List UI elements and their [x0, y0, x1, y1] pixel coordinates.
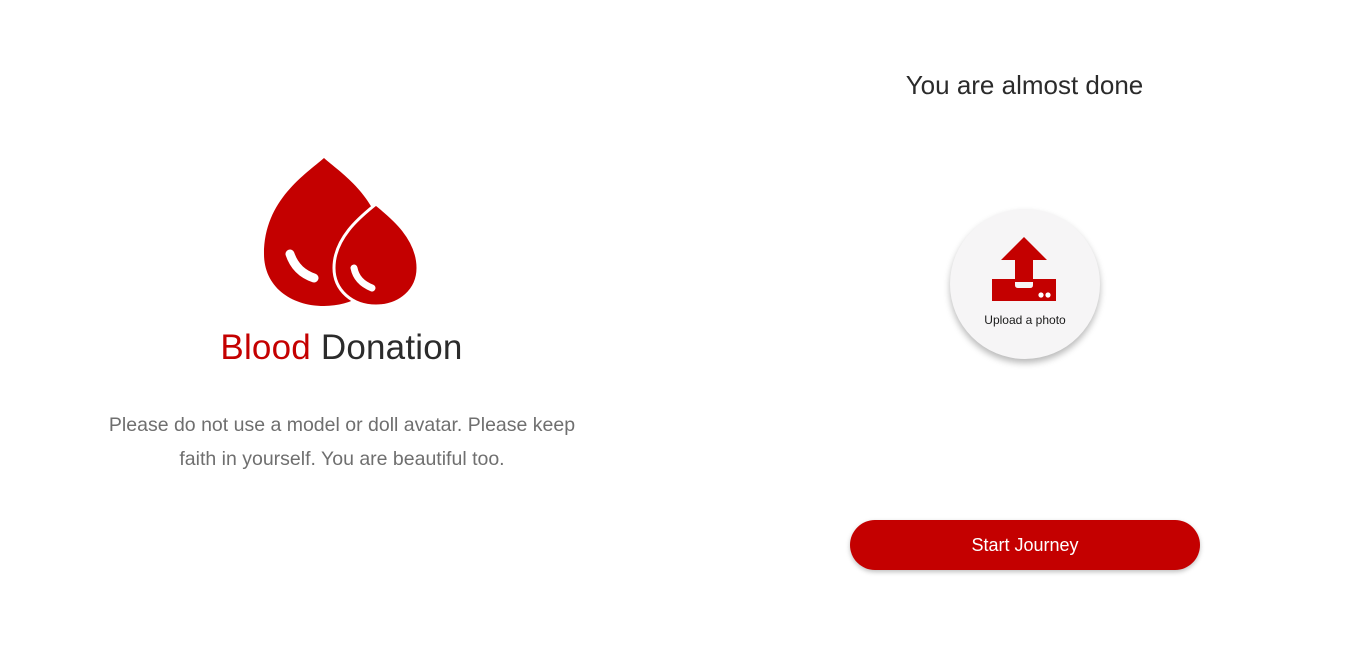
blood-drops-icon	[264, 158, 420, 308]
photo-guidance-text: Please do not use a model or doll avatar…	[108, 414, 576, 470]
upload-photo-button[interactable]: Upload a photo	[950, 209, 1100, 359]
start-journey-button[interactable]: Start Journey	[850, 520, 1200, 570]
brand-title: Blood Donation	[0, 326, 683, 370]
page: Blood Donation Please do not use a model…	[0, 0, 1366, 657]
brand-rest-word: Donation	[320, 328, 463, 367]
page-title: You are almost done	[905, 70, 1144, 100]
upload-photo-label: Upload a photo	[984, 313, 1066, 327]
upload-icon	[992, 237, 1056, 301]
brand-accent-word: Blood	[220, 328, 311, 367]
